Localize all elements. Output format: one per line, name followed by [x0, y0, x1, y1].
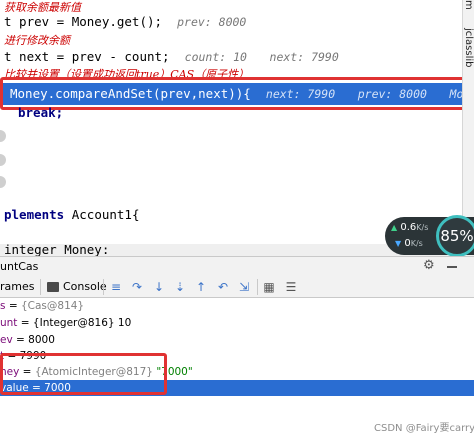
debug-toolbar: rames Console ≡ ↷ ↓ ⇣ ↑ ↶ ⇲ ▦ ☰: [0, 276, 474, 298]
side-tab-top[interactable]: m: [462, 0, 474, 22]
download-arrow-icon: ▼: [395, 239, 402, 248]
toolbar-separator: [103, 279, 104, 295]
tab-console[interactable]: Console: [63, 280, 107, 293]
code-break[interactable]: break;: [18, 103, 63, 123]
step-into-icon[interactable]: ↓: [151, 279, 167, 295]
variable-row[interactable]: t = 7990: [0, 348, 474, 364]
watermark: CSDN @Fairy要carry: [374, 423, 474, 434]
upload-speed: 0.6: [400, 222, 417, 233]
minimize-icon[interactable]: [447, 266, 457, 268]
variables-panel[interactable]: s = {Cas@814} unt = {Integer@816} 10 ev …: [0, 298, 474, 439]
inline-hint-next: next: 7990: [269, 50, 339, 64]
gear-icon[interactable]: ⚙: [423, 258, 437, 274]
inline-hint-prev-cur: prev: 8000: [357, 87, 427, 101]
inline-hint-prev: prev: 8000: [177, 15, 247, 29]
variable-row[interactable]: ev = 8000: [0, 332, 474, 348]
variable-row-value-selected[interactable]: value = 7000: [0, 380, 474, 396]
upload-unit: K/s: [416, 223, 429, 232]
drop-frame-icon[interactable]: ↶: [215, 279, 231, 295]
trace-stream-icon[interactable]: ☰: [283, 279, 299, 295]
download-unit: K/s: [410, 239, 423, 248]
code-next: t next = prev - count;: [4, 49, 170, 64]
toolbar-separator: [40, 279, 41, 295]
toolbar-separator: [257, 279, 258, 295]
gutter-fold-marker[interactable]: [0, 176, 6, 188]
variable-row[interactable]: s = {Cas@814}: [0, 298, 474, 314]
debug-tool-window-header: untCas ⚙: [0, 256, 474, 276]
comment-cas: 比较并设置（设置成功返回true）CAS（原子性）: [4, 68, 250, 81]
console-icon: [47, 282, 59, 292]
upload-arrow-icon: ▲: [391, 223, 398, 232]
inline-hint-count: count: 10: [184, 50, 247, 64]
code-line-next[interactable]: t next = prev - count; count: 10 next: 7…: [4, 47, 339, 67]
inline-hint-money-cur: Money: ": [449, 87, 462, 101]
show-execution-point-icon[interactable]: ≡: [108, 279, 124, 295]
evaluate-expression-icon[interactable]: ▦: [261, 279, 277, 295]
current-execution-line[interactable]: Money.compareAndSet(prev,next)){ next: 7…: [0, 83, 462, 105]
force-step-into-icon[interactable]: ⇣: [172, 279, 188, 295]
variable-row[interactable]: unt = {Integer@816} 10: [0, 315, 474, 331]
inline-hint-next-cur: next: 7990: [265, 87, 336, 101]
debug-session-tab[interactable]: untCas: [0, 260, 38, 273]
side-tab-jclasslib[interactable]: jclasslib: [462, 28, 474, 88]
cpu-gauge[interactable]: 85%: [436, 215, 474, 257]
step-over-icon[interactable]: ↷: [129, 279, 145, 295]
code-compare-and-set: Money.compareAndSet(prev,next)){: [10, 86, 251, 101]
gutter-fold-marker[interactable]: [0, 130, 6, 142]
run-to-cursor-icon[interactable]: ⇲: [236, 279, 252, 295]
code-class-decl[interactable]: plements Account1{: [4, 205, 139, 225]
step-out-icon[interactable]: ↑: [193, 279, 209, 295]
variable-row-money[interactable]: ney = {AtomicInteger@817} "7000": [0, 364, 474, 380]
gutter-fold-marker[interactable]: [0, 154, 6, 166]
code-editor[interactable]: 获取余额最新值 t prev = Money.get(); prev: 8000…: [0, 0, 462, 256]
code-prev: t prev = Money.get();: [4, 14, 163, 29]
code-field-decl[interactable]: integer Money:: [4, 240, 109, 256]
tab-frames[interactable]: rames: [0, 280, 34, 293]
code-line-prev[interactable]: t prev = Money.get(); prev: 8000: [4, 12, 246, 32]
